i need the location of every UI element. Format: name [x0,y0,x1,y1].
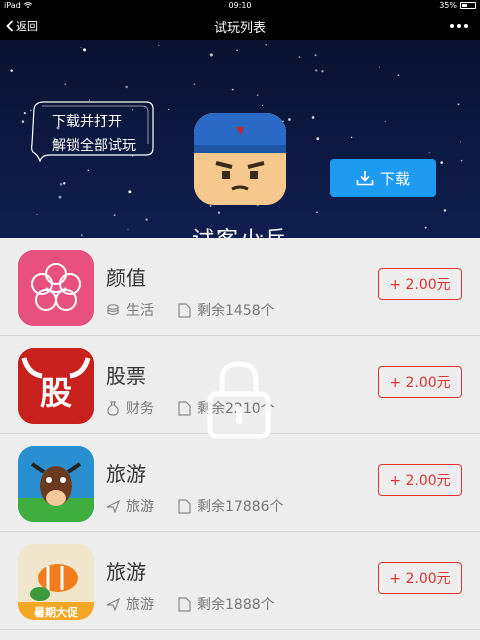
item-category: 旅游 [126,499,154,515]
more-menu-icon[interactable] [450,24,468,28]
bubble-line-2: 解锁全部试玩 [52,138,136,154]
item-title: 股票 [106,364,146,388]
battery-percent: 35% [439,1,457,10]
status-bar: iPad 09:10 35% [0,0,480,12]
money-bag-icon [107,400,119,416]
bull-app-icon: 股 [18,348,94,424]
soldier-app-icon [194,113,286,205]
status-time: 09:10 [228,1,252,10]
download-label: 下载 [379,169,410,188]
list-item[interactable]: 旅游 旅游 剩余17886个 + 2.00元 [0,434,480,532]
promo-banner: 下载并打开 解锁全部试玩 试客小兵 下载 [0,40,480,238]
item-remaining: 剩余17886个 [197,499,284,515]
reward-button[interactable]: + 2.00元 [378,562,462,594]
document-icon [178,302,191,318]
reward-button[interactable]: + 2.00元 [378,268,462,300]
item-category: 财务 [126,401,154,417]
app-name: 试客小兵 [0,222,480,238]
list-item[interactable]: 颜值 生活 剩余1458个 + 2.00元 [0,238,480,336]
plane-icon [106,597,120,611]
coins-icon [107,304,119,316]
document-icon [178,498,191,514]
list-item[interactable]: 暑期大促 旅游 旅游 剩余1888个 + 2.00元 [0,532,480,630]
document-icon [178,400,191,416]
fish-icon-caption: 暑期大促 [34,605,79,619]
item-category: 生活 [126,303,154,319]
reward-button[interactable]: + 2.00元 [378,464,462,496]
download-icon [356,171,374,186]
reward-button[interactable]: + 2.00元 [378,366,462,398]
document-icon [178,596,191,612]
page-title: 试玩列表 [213,21,266,36]
svg-text:股: 股 [40,374,72,412]
item-remaining: 剩余1458个 [197,303,275,319]
download-button[interactable]: 下载 [330,159,436,197]
item-title: 颜值 [106,266,146,290]
item-title: 旅游 [106,462,146,486]
bubble-line-1: 下载并打开 [52,114,122,130]
flower-app-icon [18,250,94,326]
cow-app-icon [18,446,94,522]
battery-icon [460,2,476,9]
fish-app-icon: 暑期大促 [18,544,94,620]
nav-bar: 返回 试玩列表 [0,12,480,40]
lock-icon [207,361,271,439]
item-category: 旅游 [126,597,154,613]
plane-icon [106,499,120,513]
item-title: 旅游 [106,560,146,584]
item-remaining: 剩余1888个 [197,597,275,613]
